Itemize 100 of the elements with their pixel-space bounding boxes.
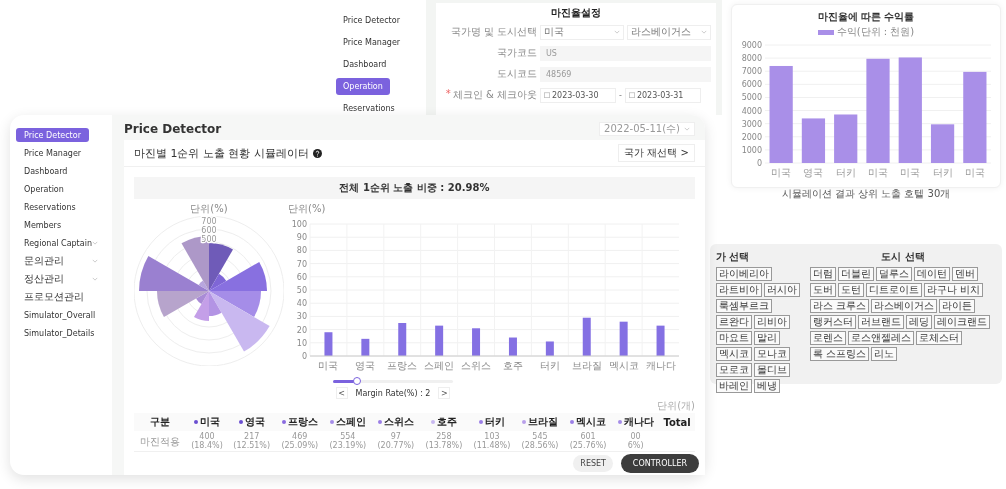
country-chip[interactable]: 모로코 xyxy=(716,363,752,377)
city-chip[interactable]: 리노 xyxy=(871,347,898,361)
axis-label: 터키 xyxy=(932,167,953,178)
sidebar-item[interactable]: Price Detector xyxy=(336,12,407,29)
city-chip[interactable]: 로렌스 xyxy=(810,331,846,345)
axis-label: 700 xyxy=(201,217,217,226)
dropdown[interactable]: 라스베이거스 xyxy=(627,24,711,40)
country-chip[interactable]: 멕시코 xyxy=(716,347,752,361)
field-label: 체크인 & 체크아웃 xyxy=(452,88,537,102)
column-header: 멕시코 xyxy=(564,413,613,431)
sidebar-item[interactable]: 문의관리 xyxy=(16,254,106,268)
city-chip[interactable]: 로체스터 xyxy=(916,331,962,345)
sidebar-item[interactable]: Operation xyxy=(16,182,106,196)
axis-label: 캐나다 xyxy=(645,360,676,371)
sidebar-item[interactable]: Reservations xyxy=(16,200,106,214)
city-chip[interactable]: 라구나 비치 xyxy=(924,283,984,297)
column-header: 미국 xyxy=(186,413,228,431)
axis-label: 미국 xyxy=(771,167,792,178)
axis-label: 멕시코 xyxy=(608,360,639,371)
country-chip[interactable]: 르완다 xyxy=(716,315,752,329)
sidebar-item[interactable]: Simulator_Details xyxy=(16,326,106,340)
sidebar-item[interactable]: Operation xyxy=(336,78,390,95)
city-chip[interactable]: 레이크랜드 xyxy=(934,315,990,329)
city-chip[interactable]: 디트로이트 xyxy=(866,283,922,297)
axis-label: 브라질 xyxy=(571,360,602,371)
city-chip[interactable]: 데이턴 xyxy=(914,267,950,281)
axis-label: 미국 xyxy=(868,167,888,178)
sidebar-item[interactable]: Regional Captain xyxy=(16,236,106,250)
sidebar-item[interactable]: Price Detector xyxy=(16,128,89,142)
bar xyxy=(834,114,858,163)
country-chip[interactable]: 모나코 xyxy=(754,347,790,361)
bar xyxy=(472,328,481,356)
sidebar-item[interactable]: Dashboard xyxy=(336,56,394,73)
city-chip[interactable]: 랭커스터 xyxy=(810,315,856,329)
sidebar-item[interactable]: Reservations xyxy=(336,100,402,117)
city-chip[interactable]: 레딩 xyxy=(906,315,932,329)
sidebar-item[interactable]: Price Manager xyxy=(16,146,106,160)
city-chip[interactable]: 더럼 xyxy=(810,267,836,281)
city-chip[interactable]: 러브랜드 xyxy=(858,315,904,329)
city-chip[interactable]: 라스 크루스 xyxy=(810,299,870,313)
sidebar-item[interactable]: Simulator_Overall xyxy=(16,308,106,322)
legend-swatch xyxy=(817,29,834,35)
axis-label: 1000 xyxy=(741,145,762,155)
column-header: 스페인 xyxy=(323,413,372,431)
city-chip[interactable]: 도버 xyxy=(810,283,836,297)
city-chip[interactable]: 록 스프링스 xyxy=(810,347,870,361)
country-chip[interactable]: 라트비아 xyxy=(716,283,762,297)
section-title: 도시 선택 xyxy=(880,250,926,264)
help-icon[interactable] xyxy=(313,148,322,158)
axis-label: 20 xyxy=(296,325,307,335)
sidebar-item[interactable]: 정산관리 xyxy=(16,272,106,286)
city-chip[interactable]: 덴버 xyxy=(952,267,978,281)
reset-button[interactable]: RESET xyxy=(573,455,613,472)
axis-label: 터키 xyxy=(539,360,560,371)
bar xyxy=(545,341,554,356)
city-chip[interactable]: 덜루스 xyxy=(876,267,912,281)
country-chip[interactable]: 베냉 xyxy=(754,379,780,393)
column-header: 브라질 xyxy=(515,413,564,431)
field-label: 국가코드 xyxy=(497,46,537,60)
date-field[interactable]: 2023-03-30 xyxy=(540,87,616,103)
sidebar-item[interactable]: Dashboard xyxy=(16,164,106,178)
country-chip[interactable]: 리비아 xyxy=(754,315,790,329)
city-chip[interactable]: 라스베이거스 xyxy=(871,299,938,313)
previous-button[interactable]: < xyxy=(335,387,348,399)
date-field[interactable]: 2023-03-31 xyxy=(624,87,701,103)
controller-button[interactable]: CONTROLLER xyxy=(620,454,699,473)
next-button[interactable]: > xyxy=(438,387,451,399)
sidebar-item[interactable]: Members xyxy=(16,218,106,232)
sidebar-item[interactable]: Price Manager xyxy=(336,34,408,51)
table-cell: 103 (11.48%) xyxy=(473,432,511,450)
table-cell: 258 (13.78%) xyxy=(425,432,463,450)
reselect-button[interactable]: 국가 재선택 > xyxy=(618,144,695,162)
axis-label: 영국 xyxy=(355,360,376,371)
section-title: 가 선택 xyxy=(716,250,751,264)
sidebar-item[interactable]: 프로모션관리 xyxy=(16,290,106,304)
bar xyxy=(435,325,444,356)
slider-thumb[interactable] xyxy=(353,377,361,385)
country-chip[interactable]: 룩셈부르크 xyxy=(716,299,772,313)
country-chip[interactable]: 말리 xyxy=(754,331,780,345)
city-chip[interactable]: 더블린 xyxy=(838,267,874,281)
table-cell: 217 (12.51%) xyxy=(233,432,271,450)
axis-label: 500 xyxy=(201,235,217,244)
table-cell: 마진적용 xyxy=(140,436,181,446)
dropdown[interactable]: 미국 xyxy=(540,24,624,40)
country-chip[interactable]: 마요트 xyxy=(716,331,752,345)
city-chip[interactable]: 도턴 xyxy=(838,283,864,297)
country-chip[interactable]: 바레인 xyxy=(716,379,752,393)
table-cell: 601 (25.76%) xyxy=(569,432,607,450)
bar xyxy=(656,325,665,356)
bar xyxy=(398,323,407,356)
city-chip[interactable]: 라이든 xyxy=(939,299,976,313)
bar xyxy=(930,124,955,163)
country-chip[interactable]: 라이베리아 xyxy=(716,267,772,281)
column-header: 호주 xyxy=(419,413,468,431)
axis-label: 30 xyxy=(296,312,307,322)
city-chip[interactable]: 로스앤젤레스 xyxy=(848,331,914,345)
axis-label: 호주 xyxy=(502,360,523,371)
country-chip[interactable]: 러시아 xyxy=(764,283,800,297)
country-chip[interactable]: 몰디브 xyxy=(754,363,790,377)
margin-rate-label: Margin Rate(%) : 2 xyxy=(355,388,431,398)
